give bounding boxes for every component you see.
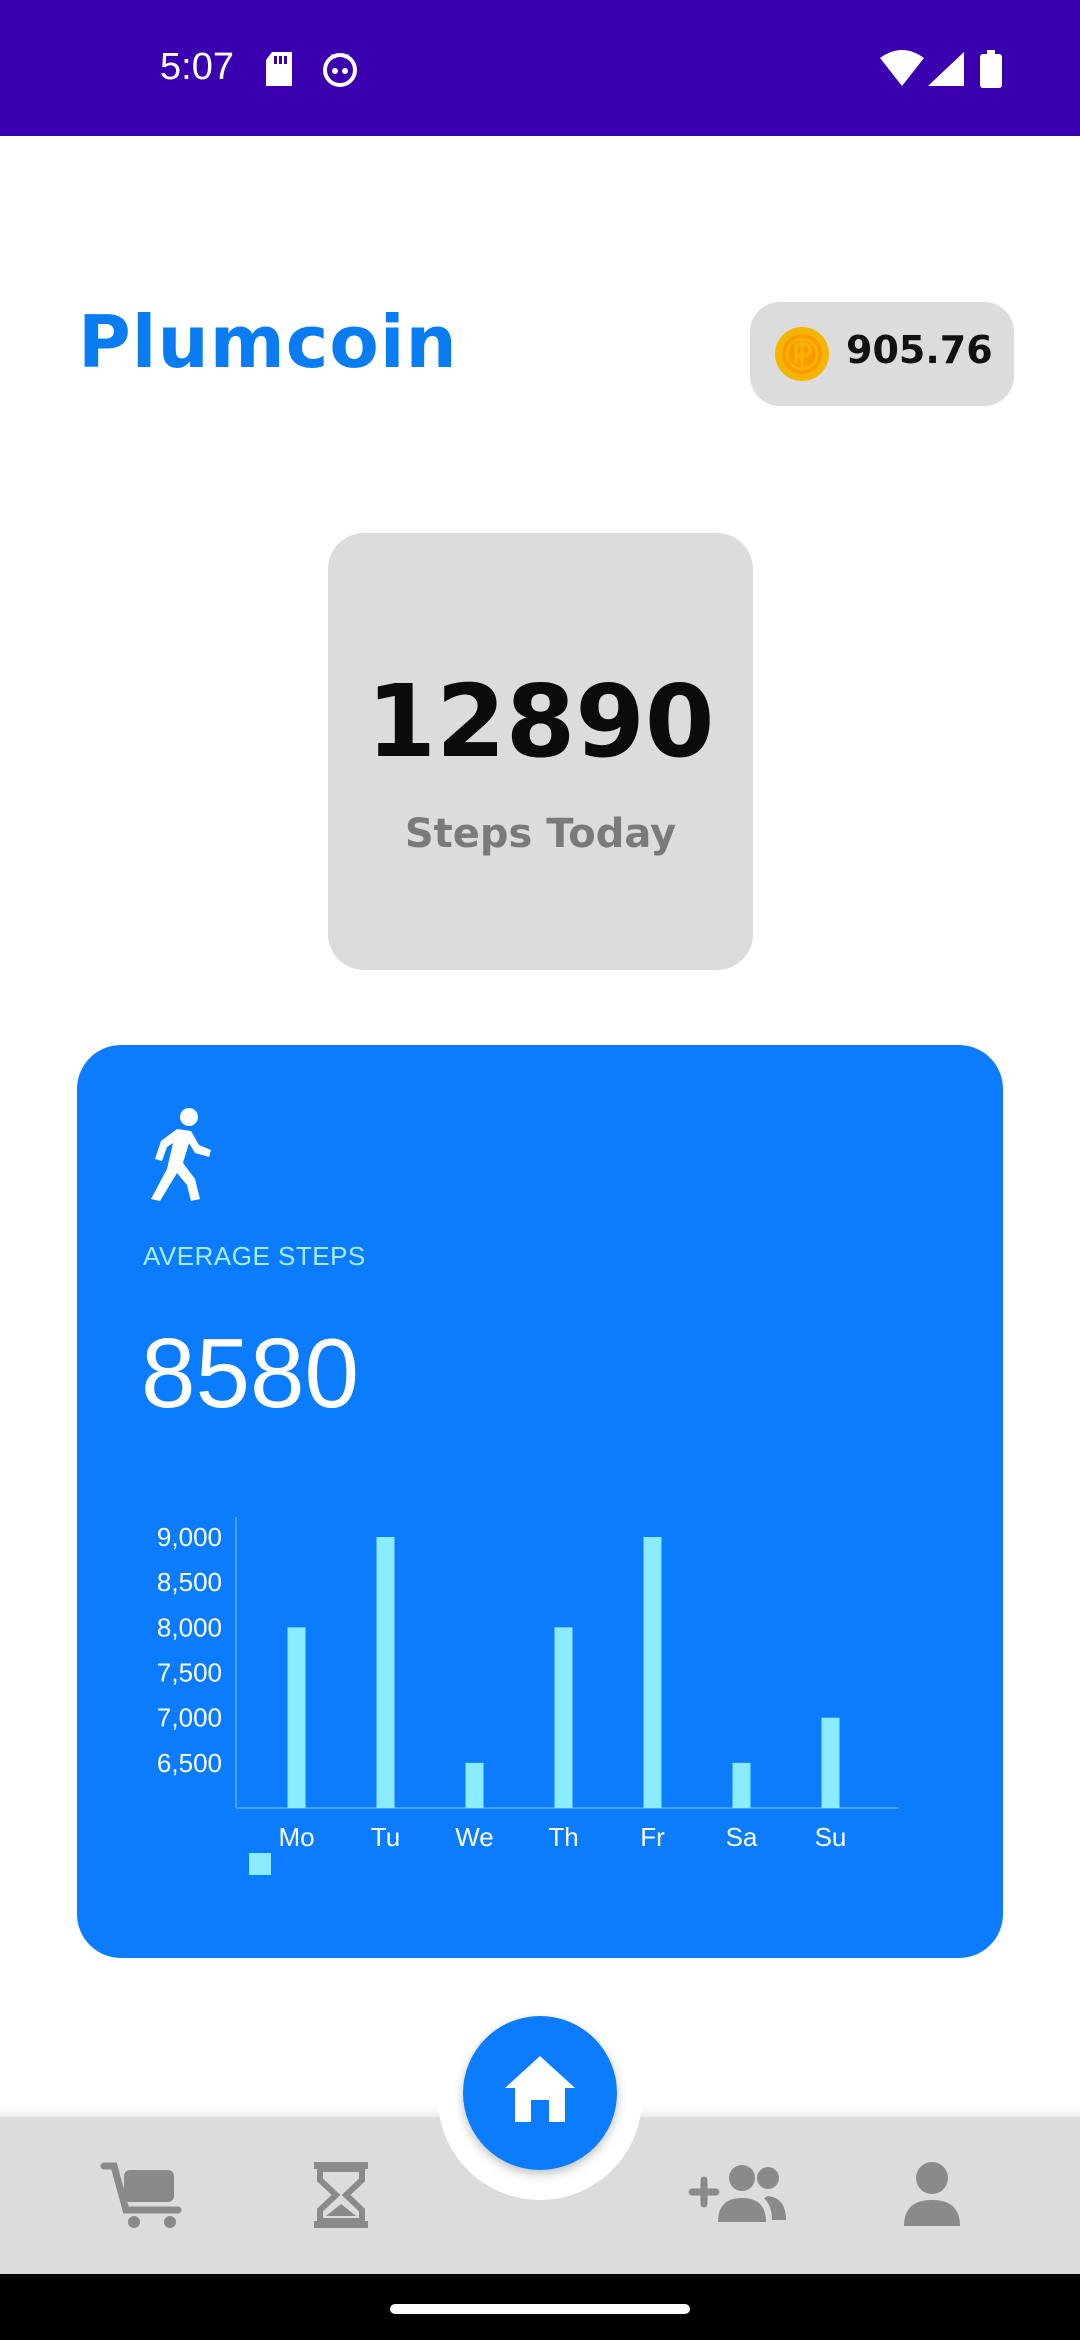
chart-x-tick-label: Fr: [640, 1822, 665, 1852]
chart-bar: [554, 1627, 573, 1808]
status-time: 5:07: [160, 46, 234, 88]
sd-card-icon: [266, 52, 292, 90]
cat-face-icon: [322, 52, 358, 92]
chart-bar: [643, 1537, 662, 1808]
average-steps-bar-chart: 6,500 7,000 7,500 8,000 8,500 9,000 Mo Tu We Th Fr…: [157, 1517, 899, 1875]
chart-y-tick-label: 8,500: [157, 1567, 222, 1597]
steps-today-label: Steps Today: [404, 811, 677, 857]
home-icon: [505, 2056, 575, 2122]
chart-bar: [465, 1762, 484, 1808]
gesture-handle[interactable]: [390, 2304, 690, 2314]
chart-legend-swatch: [249, 1853, 271, 1875]
coin-icon: [774, 326, 830, 382]
chart-y-tick-label: 9,000: [157, 1522, 222, 1552]
chart-bar: [732, 1762, 751, 1808]
chart-y-tick-label: 8,000: [157, 1612, 222, 1642]
chart-x-tick-label: We: [455, 1822, 494, 1852]
chart-y-tick-label: 6,500: [157, 1748, 222, 1778]
chart-bar: [376, 1537, 395, 1808]
steps-today-value: 12890: [366, 663, 715, 780]
steps-today-card: 12890 Steps Today: [328, 533, 753, 970]
profile-icon[interactable]: [892, 2160, 972, 2230]
chart-x-tick-label: Su: [815, 1822, 847, 1852]
chart-bar: [287, 1627, 306, 1808]
chart-x-tick-label: Mo: [278, 1822, 314, 1852]
coin-balance-pill[interactable]: 905.76: [750, 302, 1014, 406]
chart-bar: [821, 1717, 840, 1808]
chart-y-tick-label: 7,500: [157, 1658, 222, 1688]
chart-x-tick-label: Tu: [371, 1822, 400, 1852]
cell-signal-icon: [928, 52, 964, 90]
wifi-icon: [880, 50, 924, 90]
average-steps-card: AVERAGE STEPS 8580 6,500 7,000 7,500 8,000 8…: [77, 1045, 1003, 1958]
chart-y-tick-label: 7,000: [157, 1703, 222, 1733]
app-screen: 5:07 Plumcoin 905.76 12890 Steps Today A…: [0, 0, 1080, 2340]
cart-icon[interactable]: [100, 2160, 190, 2230]
add-friends-icon[interactable]: [688, 2160, 788, 2230]
status-bar: 5:07: [0, 0, 1080, 136]
chart-x-tick-label: Th: [548, 1822, 578, 1852]
coin-balance: 905.76: [846, 328, 993, 372]
chart-x-tick-label: Sa: [726, 1822, 758, 1852]
hourglass-icon[interactable]: [296, 2160, 386, 2230]
home-button[interactable]: [463, 2016, 617, 2170]
app-title: Plumcoin: [78, 300, 458, 384]
battery-icon: [980, 50, 1002, 92]
